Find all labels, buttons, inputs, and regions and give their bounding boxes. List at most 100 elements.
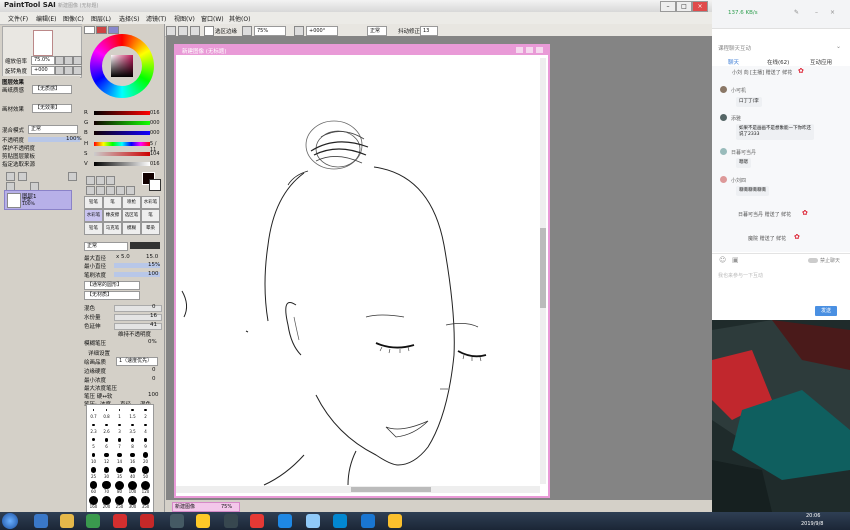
menu-image[interactable]: 图像(C) [63, 14, 84, 23]
brush-size-option[interactable]: 3.5 [126, 420, 139, 435]
new-folder-icon[interactable] [18, 172, 27, 181]
brush-size-option[interactable]: 2.6 [100, 420, 113, 435]
check-preserve-opacity[interactable]: 保护不透明度 [2, 144, 35, 152]
minimize-button[interactable]: – [660, 1, 676, 12]
start-button[interactable] [2, 513, 18, 529]
emoji-icon[interactable]: ☺ [719, 256, 726, 264]
avatar[interactable] [720, 86, 727, 93]
rgb-r-slider[interactable] [94, 111, 150, 115]
app-icon[interactable] [278, 514, 292, 528]
tool-marker[interactable]: 马克笔 [103, 222, 122, 235]
brush-size-option[interactable]: 9 [139, 435, 152, 450]
saturation-value-box[interactable] [111, 55, 133, 77]
image-icon[interactable]: ▣ [732, 256, 739, 264]
brush-size-option[interactable]: 60 [87, 480, 100, 495]
rotate-left-icon[interactable] [294, 26, 304, 36]
rotate-icon[interactable] [106, 186, 115, 195]
brush-size-option[interactable]: 300 [126, 495, 139, 510]
close-button[interactable]: × [692, 1, 708, 12]
brush-size-option[interactable]: 20 [139, 450, 152, 465]
app-icon[interactable] [250, 514, 264, 528]
brush-shape-select[interactable]: 【通常的圆形】 [84, 281, 140, 290]
tool-airbrush[interactable]: 喷枪 [122, 196, 141, 209]
rotate-right-button[interactable] [64, 66, 73, 75]
menu-select[interactable]: 选择(S) [119, 14, 140, 23]
clock-date[interactable]: 2019/9/8 [801, 521, 823, 527]
avatar[interactable] [720, 176, 727, 183]
invert-icon[interactable] [190, 26, 200, 36]
brush-size-option[interactable]: 80 [113, 480, 126, 495]
color-wheel-tab[interactable] [84, 26, 95, 34]
brush-size-option[interactable]: 0.7 [87, 405, 100, 420]
select-rect-icon[interactable] [86, 176, 95, 185]
brush-size-option[interactable]: 40 [126, 465, 139, 480]
check-clipping[interactable]: 剪贴图层蒙板 [2, 152, 35, 160]
brush-size-option[interactable]: 2.3 [87, 420, 100, 435]
brush-size-option[interactable]: 10 [87, 450, 100, 465]
new-layer-icon[interactable] [6, 172, 15, 181]
menu-other[interactable]: 其他(O) [229, 14, 250, 23]
app-icon[interactable] [140, 514, 154, 528]
tool-blur[interactable]: 模糊 [122, 222, 141, 235]
clock-time[interactable]: 20:06 [806, 513, 820, 519]
doc-close-button[interactable] [536, 47, 543, 53]
mode-field[interactable]: 正常 [367, 26, 387, 36]
brush-size-option[interactable]: 200 [100, 495, 113, 510]
hand-icon[interactable] [116, 186, 125, 195]
nav-rotate-field[interactable]: +000 [31, 66, 55, 75]
tool-smudge[interactable]: 晕染 [141, 222, 160, 235]
brush-size-option[interactable]: 250 [113, 495, 126, 510]
background-color-swatch[interactable] [149, 179, 161, 191]
chat-input[interactable]: 我也来参与一下互动 [718, 272, 763, 279]
ie-icon[interactable] [34, 514, 48, 528]
zoom-reset-button[interactable] [73, 56, 82, 65]
brush-mode-select[interactable]: 正常 [84, 242, 128, 251]
avatar[interactable] [720, 148, 727, 155]
zoom-plus-button[interactable] [64, 56, 73, 65]
pin-icon[interactable]: ✎ [794, 9, 799, 16]
zoom-minus-button[interactable] [55, 56, 64, 65]
brush-size-option[interactable]: 1.5 [126, 405, 139, 420]
deselect-icon[interactable] [166, 26, 176, 36]
select-edge-checkbox[interactable] [204, 26, 214, 36]
tool-pencil-2[interactable]: 铅笔 [84, 222, 103, 235]
mute-toggle[interactable] [808, 258, 818, 263]
brush-size-option[interactable]: 160 [87, 495, 100, 510]
menu-layer[interactable]: 图层(L) [91, 14, 111, 23]
brush-shape-presets[interactable] [130, 242, 160, 249]
brush-size-option[interactable]: 7 [113, 435, 126, 450]
tab-online[interactable]: 在线(62) [767, 58, 789, 66]
tool-pencil[interactable]: 铅笔 [84, 196, 103, 209]
brush-size-option[interactable]: 35 [113, 465, 126, 480]
brush-size-option[interactable]: 3 [113, 420, 126, 435]
blend-select[interactable]: 正常 [28, 125, 78, 134]
send-button[interactable]: 发送 [815, 306, 837, 316]
avatar[interactable] [720, 114, 727, 121]
rgb-b-slider[interactable] [94, 131, 150, 135]
brush-size-option[interactable]: 350 [139, 495, 152, 510]
stabilizer-field[interactable]: 13 [420, 26, 438, 36]
maximize-button[interactable]: □ [676, 1, 692, 12]
brush-size-option[interactable]: 16 [126, 450, 139, 465]
status-document-tab[interactable]: 新建图像 75% [172, 502, 240, 512]
brush-size-option[interactable]: 50 [139, 465, 152, 480]
zoom-field[interactable]: 75% [254, 26, 286, 36]
angle-field[interactable]: +000° [306, 26, 338, 36]
hsv-s-slider[interactable] [94, 152, 150, 156]
hsv-v-slider[interactable] [94, 162, 150, 166]
doc-maximize-button[interactable] [526, 47, 533, 53]
app-icon[interactable] [388, 514, 402, 528]
app-icon[interactable] [333, 514, 347, 528]
navigator-thumbnail[interactable] [33, 30, 53, 56]
tab-apps[interactable]: 互动应用 [810, 58, 832, 66]
menu-view[interactable]: 视图(V) [174, 14, 195, 23]
brush-size-grid[interactable]: 0.7 0.8 1 1.5 2 2.3 2.6 3 3.5 4 5 6 7 8 9 10 12 14 16 20 25 3… [86, 404, 154, 514]
brush-size-option[interactable]: 4 [139, 420, 152, 435]
hsv-h-slider[interactable] [94, 142, 150, 146]
brush-size-option[interactable]: 2 [139, 405, 152, 420]
menu-edit[interactable]: 编辑(E) [36, 14, 56, 23]
tab-chat[interactable]: 聊天 [728, 58, 739, 66]
layer-item[interactable]: 图层1 正常 100% [4, 190, 72, 210]
magic-wand-icon[interactable] [106, 176, 115, 185]
document-tab[interactable]: 新建图像 (无标题) [176, 46, 548, 55]
